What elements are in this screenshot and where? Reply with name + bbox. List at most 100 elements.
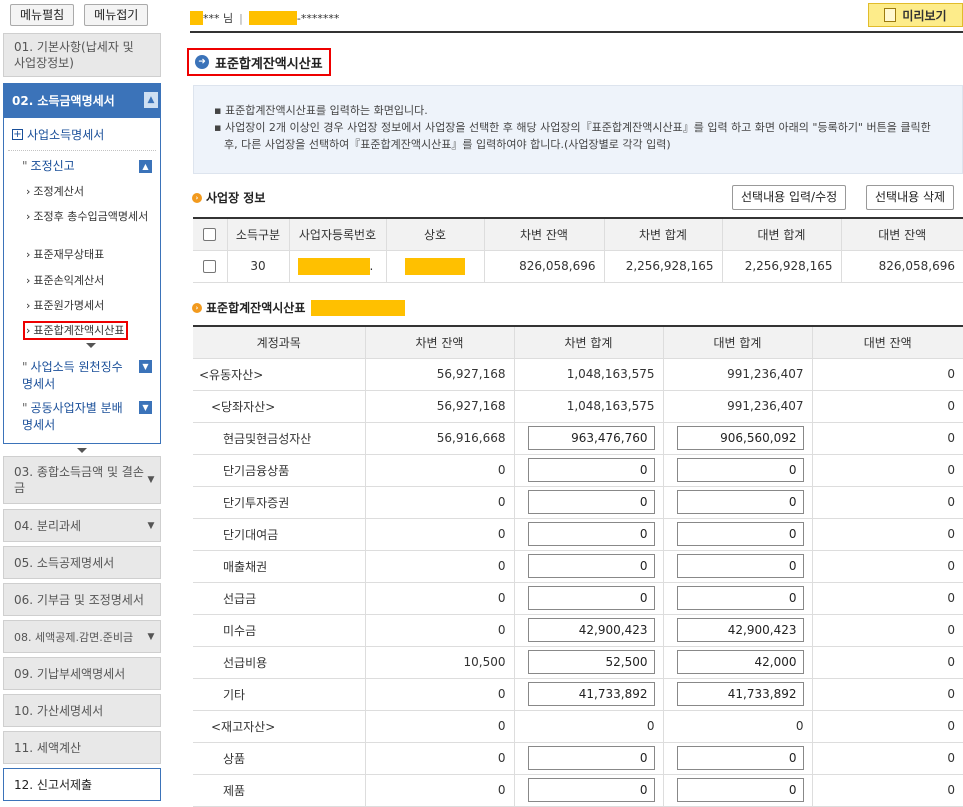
adjust-item-3[interactable]: › 표준손익계산서 [26, 273, 152, 289]
edit-selection-button[interactable]: 선택내용 입력/수정 [732, 185, 847, 210]
adjust-item-1-label: 조정후 총수입금액명세서 [33, 210, 149, 223]
credit-total-input[interactable]: 906,560,092 [676, 426, 804, 450]
menu-item-09[interactable]: 09. 기납부세액명세서 [3, 657, 161, 690]
debit-total[interactable]: 52,500 [514, 646, 664, 679]
debit-total[interactable]: 42,900,423 [514, 614, 664, 647]
debit-total-input[interactable]: 0 [527, 586, 655, 610]
debit-total-input[interactable]: 963,476,760 [527, 426, 655, 450]
submenu-joint[interactable]: " 공동사업자별 분배명세서 [22, 400, 132, 434]
debit-total-input[interactable]: 0 [527, 490, 655, 514]
chevron-down-icon: ▼ [147, 520, 155, 531]
menu-item-03[interactable]: 03. 종합소득금액 및 결손금 ▼ [3, 456, 161, 504]
credit-total-input[interactable]: 0 [676, 458, 804, 482]
trial-section-label: 표준합계잔액시산표 [206, 301, 306, 315]
credit-total[interactable]: 0 [663, 550, 813, 583]
credit-total-input[interactable]: 41,733,892 [676, 682, 804, 706]
table-row[interactable]: 30 . 826,058,696 2,256,928,165 2,256,928… [193, 250, 963, 283]
debit-total[interactable]: 41,733,892 [514, 678, 664, 711]
account-name: 단기대여금 [193, 518, 366, 551]
adjust-item-5[interactable]: › 표준합계잔액시산표 [23, 321, 128, 340]
debit-balance: 0 [365, 518, 515, 551]
adjust-item-0[interactable]: › 조정계산서 [26, 184, 152, 200]
debit-total-input[interactable]: 0 [527, 778, 655, 802]
debit-total[interactable]: 0 [514, 486, 664, 519]
credit-total[interactable]: 41,733,892 [663, 678, 813, 711]
select-all-checkbox[interactable] [193, 218, 228, 251]
trial-table-header: 계정과목 차변 잔액 차변 합계 대변 합계 대변 잔액 [193, 326, 963, 359]
account-name: 미수금 [193, 614, 366, 647]
credit-total-input[interactable]: 0 [676, 554, 804, 578]
credit-total: 2,256,928,165 [722, 250, 842, 283]
account-name: 기타 [193, 678, 366, 711]
credit-total-input[interactable]: 42,000 [676, 650, 804, 674]
debit-total-input[interactable]: 0 [527, 554, 655, 578]
credit-total-input[interactable]: 0 [676, 522, 804, 546]
page-title: ➜ 표준합계잔액시산표 [187, 48, 331, 76]
debit-total-input[interactable]: 0 [527, 746, 655, 770]
col-header: 소득구분 [227, 218, 290, 251]
menu-item-04[interactable]: 04. 분리과세 ▼ [3, 509, 161, 542]
preview-button[interactable]: 미리보기 [868, 3, 963, 27]
collapse-adjust-icon[interactable]: ▲ [139, 160, 152, 173]
debit-total[interactable]: 0 [514, 582, 664, 615]
credit-balance: 826,058,696 [841, 250, 963, 283]
debit-total-input[interactable]: 42,900,423 [527, 618, 655, 642]
debit-total[interactable]: 0 [514, 454, 664, 487]
credit-total-input[interactable]: 0 [676, 490, 804, 514]
menu-item-11[interactable]: 11. 세액계산 [3, 731, 161, 764]
credit-total-input[interactable]: 42,900,423 [676, 618, 804, 642]
credit-total[interactable]: 0 [663, 582, 813, 615]
table-row: 현금및현금성자산 56,916,668 963,476,760 906,560,092… [193, 422, 963, 455]
submenu-adjust[interactable]: " 조정신고 [22, 158, 132, 175]
menu-item-10[interactable]: 10. 가산세명세서 [3, 694, 161, 727]
credit-total[interactable]: 0 [663, 518, 813, 551]
adjust-item-2[interactable]: › 표준재무상태표 [26, 247, 152, 263]
expand-joint-icon[interactable]: ▼ [139, 401, 152, 414]
credit-total-input[interactable]: 0 [676, 778, 804, 802]
menu-item-02[interactable]: 02. 소득금액명세서 ▲ [4, 84, 160, 118]
credit-total[interactable]: 42,900,423 [663, 614, 813, 647]
menu-item-06[interactable]: 06. 기부금 및 조정명세서 [3, 583, 161, 616]
menu-item-12[interactable]: 12. 신고서제출 [3, 768, 161, 801]
credit-total-input[interactable]: 0 [676, 746, 804, 770]
delete-selection-button[interactable]: 선택내용 삭제 [866, 185, 955, 210]
credit-total-input[interactable]: 0 [676, 586, 804, 610]
credit-total[interactable]: 42,000 [663, 646, 813, 679]
debit-balance: 0 [365, 582, 515, 615]
submenu-withhold[interactable]: " 사업소득 원천징수명세서 [22, 359, 132, 393]
menu-item-06-label: 06. 기부금 및 조정명세서 [14, 593, 144, 607]
row-checkbox[interactable] [193, 250, 228, 283]
menu-collapse-button[interactable]: 메뉴접기 [84, 4, 149, 26]
credit-total[interactable]: 0 [663, 742, 813, 775]
debit-total[interactable]: 0 [514, 774, 664, 807]
menu-item-01[interactable]: 01. 기본사항(납세자 및 사업장정보) [3, 33, 161, 77]
debit-total[interactable]: 963,476,760 [514, 422, 664, 455]
account-name: 선급금 [193, 582, 366, 615]
account-name: <재고자산> [193, 710, 366, 743]
adjust-item-4[interactable]: › 표준원가명세서 [26, 298, 152, 314]
menu-item-08[interactable]: 08. 세액공제.감면.준비금 ▼ [3, 620, 161, 653]
debit-total-input[interactable]: 52,500 [527, 650, 655, 674]
collapse-up-icon[interactable]: ▲ [144, 92, 158, 108]
menu-item-05[interactable]: 05. 소득공제명세서 [3, 546, 161, 579]
debit-total-input[interactable]: 0 [527, 522, 655, 546]
col-header: 차변 합계 [604, 218, 723, 251]
submenu-business-income[interactable]: + 사업소득명세서 [12, 126, 104, 143]
credit-total[interactable]: 0 [663, 774, 813, 807]
menu-expand-button[interactable]: 메뉴펼침 [10, 4, 75, 26]
table-row: 기타 0 41,733,892 41,733,892 0 [193, 678, 963, 711]
debit-total[interactable]: 0 [514, 518, 664, 551]
debit-total-input[interactable]: 41,733,892 [527, 682, 655, 706]
col-header: 대변 잔액 [841, 218, 963, 251]
expand-withhold-icon[interactable]: ▼ [139, 360, 152, 373]
debit-total-input[interactable]: 0 [527, 458, 655, 482]
debit-balance: 0 [365, 614, 515, 647]
adjust-item-1[interactable]: › 조정후 총수입금액명세서 [26, 209, 152, 225]
table-row: 선급비용 10,500 52,500 42,000 0 [193, 646, 963, 679]
debit-total[interactable]: 0 [514, 550, 664, 583]
credit-total[interactable]: 0 [663, 486, 813, 519]
orange-bullet-icon: › [192, 192, 202, 203]
debit-total[interactable]: 0 [514, 742, 664, 775]
credit-total[interactable]: 906,560,092 [663, 422, 813, 455]
credit-total[interactable]: 0 [663, 454, 813, 487]
